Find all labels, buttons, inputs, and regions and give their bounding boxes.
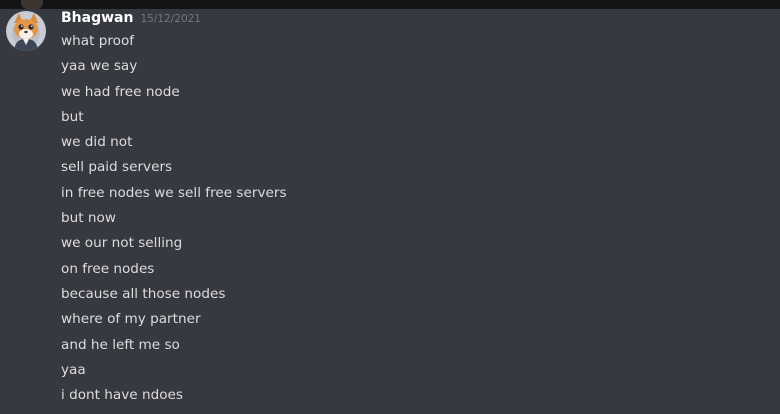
message-line: we did not [61,134,133,151]
cat-avatar-icon [6,11,46,51]
message-line: on free nodes [61,260,155,277]
top-bar [0,0,780,9]
message-line: what proof [61,33,135,49]
message-line: where of my partner [61,311,201,328]
message-line: but now [61,210,116,227]
message-line: but [61,108,84,125]
previous-avatar-fragment [21,0,43,9]
message-line: because all those nodes [61,285,226,302]
message-line: and he left me so [61,336,180,353]
message-line: sell paid servers [61,159,173,176]
message-line: we had free node [61,83,180,100]
timestamp: 15/12/2021 [140,13,201,25]
message-group: what proof yaa we say we had free node b… [61,31,761,410]
message-line: yaa we say [61,58,138,75]
message-header: Bhagwan 15/12/2021 [61,10,201,30]
avatar[interactable] [6,11,46,51]
username[interactable]: Bhagwan [61,10,133,26]
message-line: in free nodes we sell free servers [61,184,287,201]
message-line: we our not selling [61,235,183,252]
message-line: yaa [61,361,86,378]
message-line: i dont have ndoes [61,387,183,404]
